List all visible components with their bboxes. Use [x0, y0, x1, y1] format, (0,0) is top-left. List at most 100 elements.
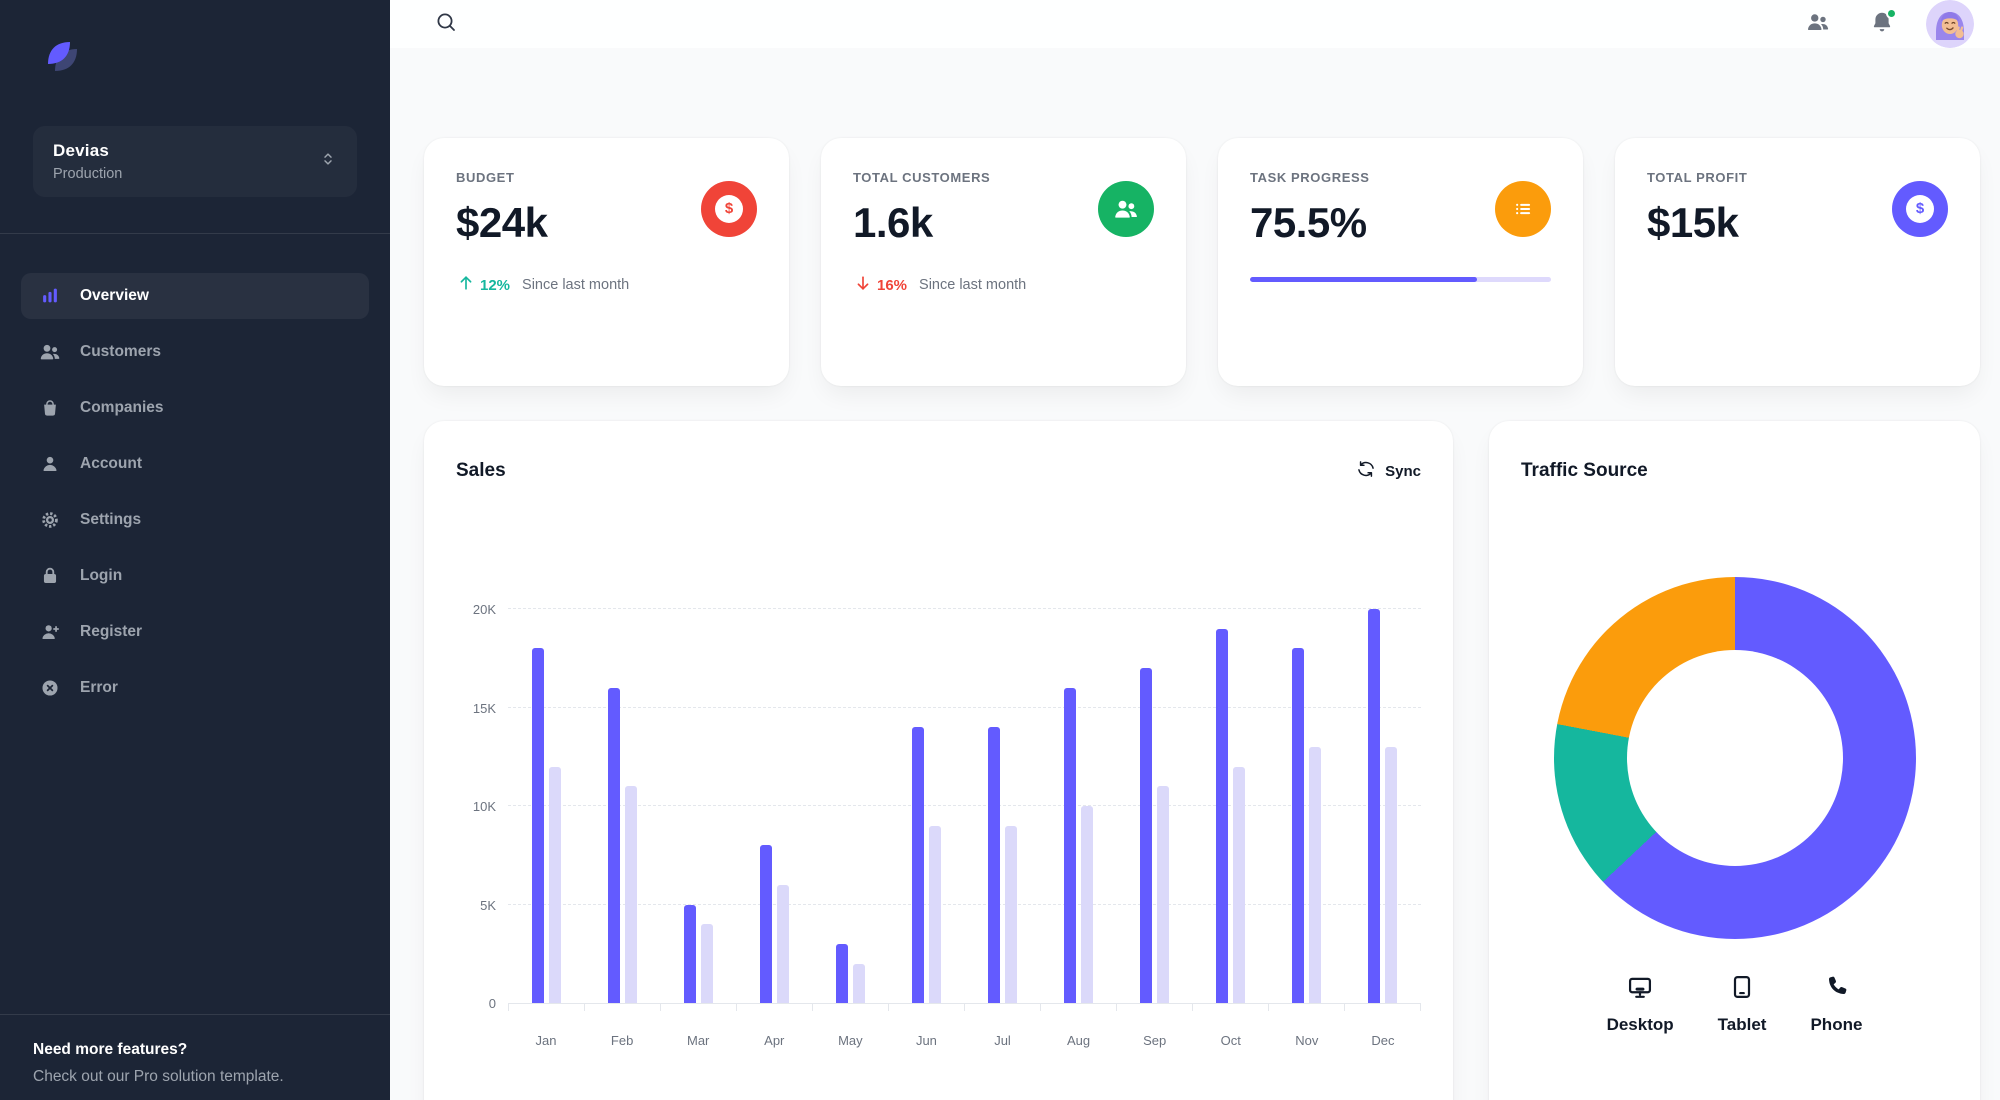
donut-hole: [1626, 650, 1843, 866]
sidebar-item-error[interactable]: Error: [21, 665, 369, 711]
workspace-selector[interactable]: Devias Production: [33, 126, 357, 197]
bar-secondary: [1005, 825, 1017, 1003]
sidebar: Devias Production Overview Customers Com…: [0, 0, 390, 1100]
shopping-bag-icon: [38, 396, 62, 420]
customers-caption: Since last month: [919, 277, 1027, 293]
notifications-button[interactable]: [1862, 4, 1902, 44]
bar-primary: [911, 727, 924, 1003]
x-circle-icon: [38, 676, 62, 700]
legend-item-tablet: Tablet: [1717, 973, 1767, 1035]
x-axis-month-label: Oct: [1220, 1033, 1241, 1048]
bar-group: [508, 609, 584, 1003]
task-progress-bar: [1250, 277, 1551, 282]
x-axis-month-label: Mar: [687, 1033, 710, 1048]
users-icon: [1805, 9, 1831, 40]
footer-title: Need more features?: [33, 1041, 188, 1058]
dollar-circle-icon: $: [1892, 180, 1948, 237]
bar-primary: [759, 845, 772, 1003]
bar-primary: [1216, 628, 1229, 1003]
users-circle-icon: [1098, 180, 1154, 237]
bar-group: [1041, 609, 1117, 1003]
sidebar-item-overview[interactable]: Overview: [21, 273, 369, 319]
bar-secondary: [700, 924, 713, 1003]
bar-secondary: [1309, 746, 1322, 1003]
bar-primary: [1368, 609, 1381, 1003]
x-axis-ticks: [508, 1004, 1421, 1011]
bar-primary: [1292, 648, 1305, 1003]
desktop-icon: [1626, 973, 1654, 1006]
sidebar-item-label: Error: [80, 679, 118, 696]
topbar: [390, 0, 2000, 48]
legend-label: Phone: [1810, 1015, 1863, 1034]
total-profit-value: $15k: [1647, 199, 1739, 246]
bar-secondary: [1233, 766, 1246, 1003]
sidebar-item-login[interactable]: Login: [21, 553, 369, 599]
sidebar-item-register[interactable]: Register: [21, 609, 369, 655]
search-button[interactable]: [426, 4, 466, 44]
charts-row: Sales Sync 0 5K 10K 15K 20K Jan Feb Mar …: [424, 421, 1980, 1100]
sidebar-item-settings[interactable]: Settings: [21, 497, 369, 543]
sales-card: Sales Sync 0 5K 10K 15K 20K Jan Feb Mar …: [424, 421, 1453, 1100]
user-plus-icon: [38, 620, 62, 644]
y-axis-label: 0: [488, 996, 496, 1011]
sidebar-item-label: Settings: [80, 511, 142, 528]
customers-label: TOTAL CUSTOMERS: [853, 170, 991, 185]
customers-value: 1.6k: [853, 199, 933, 246]
bar-secondary: [548, 766, 561, 1003]
arrow-up-icon: [456, 273, 476, 297]
y-axis-label: 15K: [472, 700, 496, 716]
sidebar-item-label: Customers: [80, 343, 161, 360]
x-axis-month-label: Sep: [1143, 1033, 1167, 1048]
customers-trend-pct: 16%: [877, 276, 908, 294]
bar-primary: [988, 727, 1000, 1003]
sidebar-item-customers[interactable]: Customers: [21, 329, 369, 375]
footer-subtitle: Check out our Pro solution template.: [33, 1068, 284, 1085]
sales-title: Sales: [456, 460, 506, 481]
y-axis-label: 20K: [472, 602, 496, 617]
bar-primary: [835, 943, 848, 1003]
total-customers-card: TOTAL CUSTOMERS 1.6k 16% Since last mont…: [821, 138, 1186, 386]
bar-group: [888, 609, 964, 1003]
refresh-icon: [1356, 459, 1376, 483]
budget-card: BUDGET $24k $ 12% Since last month: [424, 138, 789, 386]
devias-logo-icon[interactable]: [40, 34, 86, 80]
main-area: BUDGET $24k $ 12% Since last month TOTAL…: [390, 0, 2000, 1100]
sidebar-item-companies[interactable]: Companies: [21, 385, 369, 431]
total-profit-card: TOTAL PROFIT $15k $: [1615, 138, 1980, 386]
bar-group: [964, 609, 1040, 1003]
phone-icon: [1822, 973, 1850, 1006]
avatar[interactable]: [1926, 0, 1974, 48]
user-icon: [38, 452, 62, 476]
sidebar-item-label: Register: [80, 623, 143, 640]
bar-secondary: [624, 786, 637, 1003]
gear-icon: [38, 508, 62, 532]
bar-secondary: [1385, 746, 1398, 1003]
x-axis-labels: Jan Feb Mar Apr May Jun Jul Aug Sep Oct Nov Dec: [508, 1033, 1421, 1048]
bar-secondary: [928, 825, 941, 1003]
sales-bar-plot: 0 5K 10K 15K 20K: [473, 602, 1421, 1011]
legend-item-desktop: Desktop: [1607, 973, 1674, 1035]
stats-row: BUDGET $24k $ 12% Since last month TOTAL…: [424, 138, 1980, 386]
sidebar-item-label: Account: [80, 455, 142, 472]
sidebar-item-account[interactable]: Account: [21, 441, 369, 487]
sidebar-item-label: Companies: [80, 399, 164, 416]
bar-group: [660, 609, 736, 1003]
bar-secondary: [776, 884, 789, 1003]
x-axis-month-label: Nov: [1295, 1033, 1319, 1048]
dollar-circle-icon: $: [701, 180, 757, 237]
legend-label: Tablet: [1717, 1015, 1767, 1034]
contacts-button[interactable]: [1798, 4, 1838, 44]
budget-label: BUDGET: [456, 170, 515, 185]
sidebar-nav: Overview Customers Companies Account Set…: [21, 273, 369, 711]
bar-primary: [531, 648, 544, 1003]
notification-dot: [1886, 8, 1897, 19]
x-axis-month-label: Jun: [915, 1033, 937, 1048]
budget-caption: Since last month: [522, 277, 630, 293]
sync-button[interactable]: Sync: [1356, 459, 1421, 483]
bar-group: [1345, 609, 1421, 1003]
tablet-icon: [1728, 973, 1756, 1006]
traffic-donut-chart: [1553, 577, 1916, 939]
legend-label: Desktop: [1606, 1015, 1674, 1034]
sidebar-item-label: Login: [80, 567, 123, 584]
x-axis-month-label: Dec: [1371, 1033, 1395, 1048]
